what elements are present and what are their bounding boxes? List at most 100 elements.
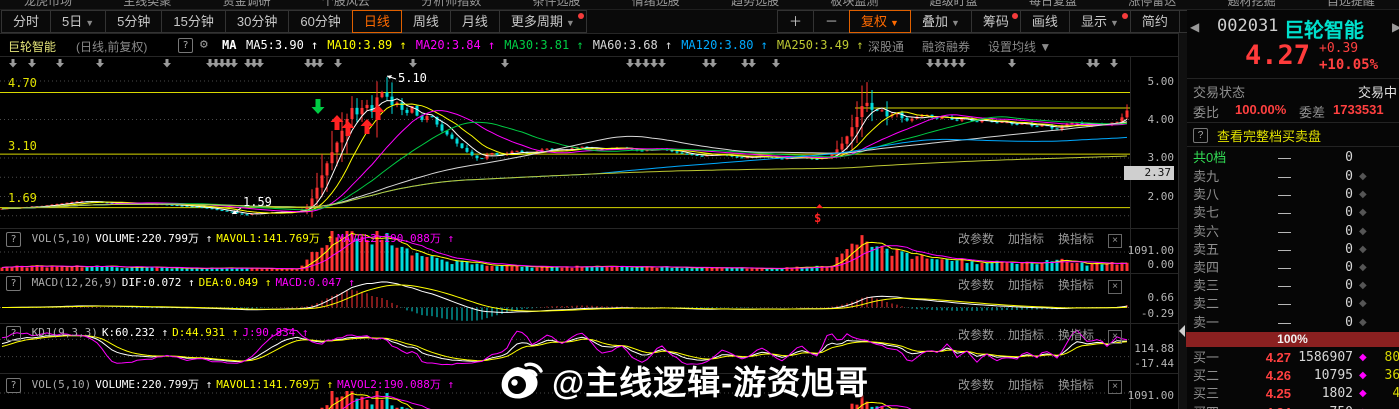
next-stock-icon[interactable]: ▶ [1392,20,1399,34]
sell-row-卖七[interactable]: 卖七—0◆0 [1187,204,1399,222]
buy-row-买四[interactable]: 买四 4.24750 ◆9 [1187,404,1399,409]
level-label: 卖五 [1193,241,1220,257]
chevron-down-icon: ▼ [85,18,95,28]
buy-row-买一[interactable]: 买一 4.27 1586907 ◆ 808 [1187,349,1399,367]
level-volume: 750 [1291,404,1353,409]
加指标-button[interactable]: 加指标 [1008,232,1044,246]
level-volume: 10795 [1313,368,1353,384]
period-button-月线[interactable]: 月线 [449,10,500,33]
top-menu-item[interactable]: 个股风云 [322,0,370,9]
indicator-buttons-vol2: 改参数 加指标 换指标 × [944,376,1122,394]
top-menu-item[interactable]: 自选提醒 [1327,0,1375,9]
top-menu-item[interactable]: 资金调研 [223,0,271,9]
top-menu-item[interactable]: 主线类聚 [123,0,171,9]
换指标-button[interactable]: 换指标 [1058,328,1094,342]
加指标-button[interactable]: 加指标 [1008,378,1044,392]
top-menu-item[interactable]: 涨停雷达 [1128,0,1176,9]
tool-button-－[interactable]: － [813,10,851,33]
sell-row-卖四[interactable]: 卖四—0◆0 [1187,259,1399,277]
sell-row-卖九[interactable]: 卖九—0◆0 [1187,168,1399,186]
level-extra: 0 [1368,223,1399,241]
sell-row-卖一[interactable]: 卖一—0◆0 [1187,314,1399,332]
close-icon[interactable]: × [1108,330,1122,344]
level-price: — [1278,314,1291,330]
help-icon[interactable]: ? [178,37,193,53]
top-menu-items[interactable]: 龙虎市场 主线类聚 资金调研 个股风云 分析师指数 条件选股 情绪选股 趋势选股 板块监测 超级盯… [0,0,1399,9]
top-menu-item[interactable]: 趋势选股 [731,0,779,9]
help-icon[interactable]: ? [6,276,21,291]
改参数-button[interactable]: 改参数 [958,328,994,342]
indicator-axis-label: -0.29 [1140,307,1174,320]
tool-button-＋[interactable]: ＋ [777,10,815,33]
gear-icon[interactable]: ⚙ [200,37,208,52]
换指标-button[interactable]: 换指标 [1058,232,1094,246]
tool-button-筹码[interactable]: 筹码 [970,10,1021,33]
level-volume: 0 [1345,241,1353,257]
ma-values: MA5:3.90 ↑ MA10:3.89 ↑ MA20:3.84 ↑ MA30:3.8… [246,38,873,52]
tool-button-显示[interactable]: 显示 ▼ [1068,10,1131,33]
换指标-button[interactable]: 换指标 [1058,378,1094,392]
top-menu-item[interactable]: 龙虎市场 [24,0,72,9]
market-link-0[interactable]: 深股通 [868,40,904,54]
buy-row-买二[interactable]: 买二 4.26 10795 ◆ 360 [1187,367,1399,385]
chevron-down-icon: ▼ [565,18,575,28]
diamond-icon: ◆ [1359,298,1367,310]
view-full-order-book-link[interactable]: 查看完整档买卖盘 [1217,126,1321,145]
period-button-5日[interactable]: 5日 ▼ [50,10,107,33]
level-label: 卖六 [1193,223,1220,239]
period-button-更多周期[interactable]: 更多周期 ▼ [498,10,587,33]
period-button-日线[interactable]: 日线 [351,10,402,33]
tool-button-复权[interactable]: 复权 ▼ [849,10,911,33]
period-button-60分钟[interactable]: 60分钟 [288,10,353,33]
sell-row-卖六[interactable]: 卖六—0◆0 [1187,223,1399,241]
help-icon[interactable]: ? [6,378,21,393]
period-button-分时[interactable]: 分时 [1,10,52,33]
top-menu-item[interactable]: 每日复盘 [1029,0,1077,9]
sell-row-卖八[interactable]: 卖八—0◆0 [1187,186,1399,204]
close-icon[interactable]: × [1108,234,1122,248]
help-icon[interactable]: ? [1193,126,1208,143]
help-icon[interactable]: ? [6,232,21,247]
diamond-icon: ◆ [1359,388,1367,400]
buy-row-买三[interactable]: 买三 4.25 1802 ◆ 43 [1187,385,1399,403]
top-menu-item[interactable]: 条件选股 [532,0,580,9]
period-button-5分钟[interactable]: 5分钟 [105,10,163,33]
close-icon[interactable]: × [1108,380,1122,394]
tool-button-画线[interactable]: 画线 [1019,10,1070,33]
top-menu-item[interactable]: 超级盯盘 [930,0,978,9]
collapse-arrow-icon[interactable] [1179,325,1185,337]
换指标-button[interactable]: 换指标 [1058,278,1094,292]
market-link-2[interactable]: 设置均线 ▼ [988,40,1051,54]
dash: — [1278,150,1291,165]
period-button-15分钟[interactable]: 15分钟 [161,10,226,33]
sell-row-卖三[interactable]: 卖三—0◆0 [1187,277,1399,295]
period-button-30分钟[interactable]: 30分钟 [224,10,290,33]
sell-row-卖二[interactable]: 卖二—0◆0 [1187,295,1399,313]
svg-text:5.10: 5.10 [398,71,427,85]
watermark: @主线逻辑-游资旭哥 [498,356,869,404]
period-button-周线[interactable]: 周线 [400,10,451,33]
diamond-icon: ◆ [1359,189,1367,201]
market-link-1[interactable]: 融资融券 [922,40,970,54]
chart-info-bar: 巨轮智能 (日线,前复权) ? ⚙ MA MA5:3.90 ↑ MA10:3.89… [0,34,1178,57]
svg-text:1.59: 1.59 [243,195,272,209]
level-label: 买三 [1193,386,1220,402]
top-menu-item[interactable]: 板块监测 [830,0,878,9]
加指标-button[interactable]: 加指标 [1008,278,1044,292]
tool-button-叠加[interactable]: 叠加 ▼ [909,10,972,33]
改参数-button[interactable]: 改参数 [958,278,994,292]
help-icon[interactable]: ? [6,326,21,341]
加指标-button[interactable]: 加指标 [1008,328,1044,342]
close-icon[interactable]: × [1108,280,1122,294]
top-menu-item[interactable]: 分析师指数 [421,0,481,9]
level-price: — [1278,205,1291,221]
main-candlestick-chart[interactable]: 5.10 1.59 $ [0,56,1130,228]
prev-stock-icon[interactable]: ◀ [1190,20,1199,34]
tool-button-简约[interactable]: 简约 [1129,10,1180,33]
改参数-button[interactable]: 改参数 [958,232,994,246]
top-menu-item[interactable]: 题材挖掘 [1228,0,1276,9]
改参数-button[interactable]: 改参数 [958,378,994,392]
sell-row-卖五[interactable]: 卖五—0◆0 [1187,241,1399,259]
level-volume: 1802 [1321,386,1353,402]
top-menu-item[interactable]: 情绪选股 [632,0,680,9]
